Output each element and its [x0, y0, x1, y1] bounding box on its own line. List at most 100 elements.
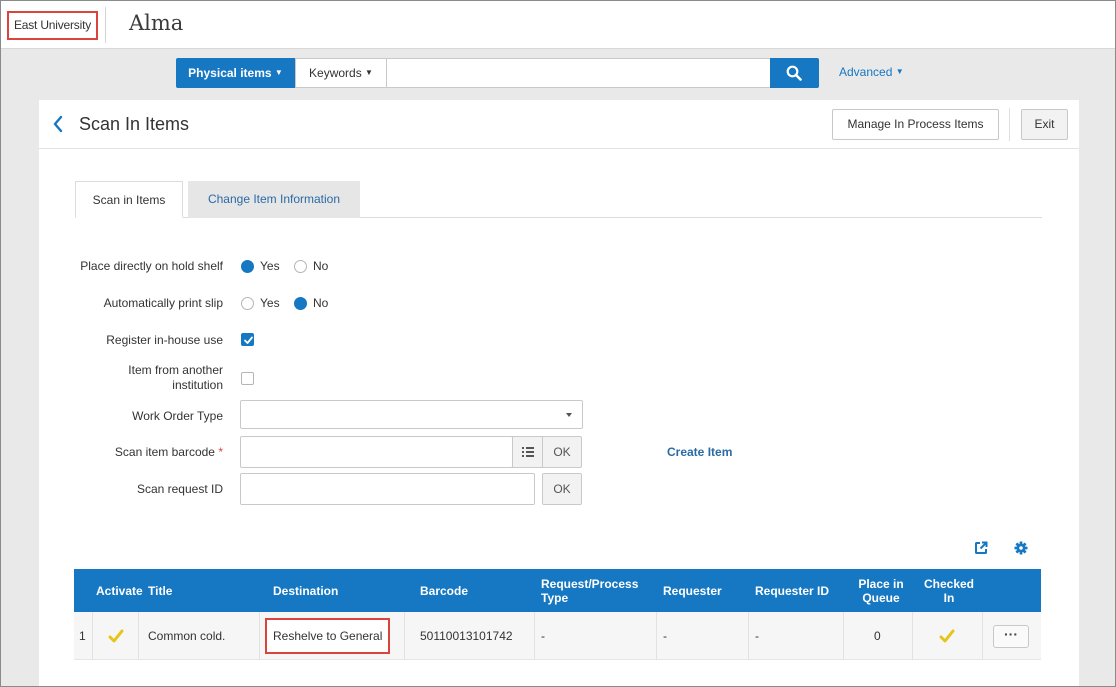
page-header: Scan In Items Manage In Process Items Ex…: [39, 100, 1079, 149]
other-institution-label: Item from another institution: [53, 363, 223, 393]
back-button[interactable]: [52, 114, 64, 137]
cell-request-type: -: [541, 629, 545, 643]
column-header-title[interactable]: Title: [148, 569, 172, 612]
checkmark-icon: [939, 629, 955, 643]
cell-barcode: 50110013101742: [420, 629, 513, 643]
column-header-activate[interactable]: Activate: [96, 569, 144, 612]
barcode-label: Scan item barcode *: [53, 445, 223, 459]
create-item-link[interactable]: Create Item: [667, 445, 732, 459]
column-header-requester[interactable]: Requester: [663, 569, 722, 612]
column-header-request-type[interactable]: Request/Process Type: [541, 569, 638, 612]
checkmark-icon: [244, 336, 253, 344]
column-divider: [843, 612, 844, 660]
hold-shelf-label: Place directly on hold shelf: [80, 259, 223, 273]
table-header-row: Activate Title Destination Barcode Reque…: [74, 569, 1041, 612]
in-house-use-label: Register in-house use: [106, 333, 223, 347]
column-header-requester-id[interactable]: Requester ID: [755, 569, 829, 612]
table-settings-button[interactable]: [1014, 541, 1028, 558]
exit-button[interactable]: Exit: [1021, 109, 1068, 140]
caret-down-icon: ▼: [895, 67, 904, 76]
hold-shelf-no-radio[interactable]: [294, 260, 307, 273]
barcode-ok-button[interactable]: OK: [542, 436, 582, 468]
print-slip-yes-radio[interactable]: [241, 297, 254, 310]
print-slip-no-label[interactable]: No: [313, 296, 328, 310]
cell-destination: Reshelve to General: [265, 612, 391, 660]
app-window: East University Alma Physical items ▼ Ke…: [0, 0, 1116, 687]
work-order-type-label: Work Order Type: [132, 409, 223, 423]
search-type-label: Physical items: [188, 66, 272, 80]
column-header-request-type-line2: Type: [541, 590, 569, 605]
request-id-ok-button[interactable]: OK: [542, 473, 582, 505]
cell-requester-id: -: [755, 629, 759, 643]
column-header-barcode[interactable]: Barcode: [420, 569, 468, 612]
column-divider: [259, 612, 260, 660]
cell-title: Common cold.: [148, 629, 226, 643]
column-header-request-type-line1: Request/Process: [541, 576, 639, 591]
advanced-search-label: Advanced: [839, 65, 893, 79]
caret-down-icon: [566, 413, 572, 417]
export-icon: [975, 541, 988, 554]
tab-change-item-information[interactable]: Change Item Information: [188, 181, 360, 218]
search-type-dropdown[interactable]: Physical items ▼: [176, 58, 295, 88]
column-divider: [982, 612, 983, 660]
column-header-destination[interactable]: Destination: [273, 569, 338, 612]
manage-in-process-items-button[interactable]: Manage In Process Items: [832, 109, 999, 140]
search-input[interactable]: [386, 58, 771, 88]
column-divider: [748, 612, 749, 660]
cell-place-in-queue: 0: [874, 629, 881, 643]
gear-icon: [1014, 541, 1028, 555]
request-id-label: Scan request ID: [136, 482, 223, 496]
hold-shelf-yes-radio[interactable]: [241, 260, 254, 273]
results-table: Activate Title Destination Barcode Reque…: [74, 569, 1041, 660]
row-actions-button[interactable]: ···: [993, 625, 1029, 648]
export-button[interactable]: [974, 541, 988, 558]
column-divider: [138, 612, 139, 660]
search-button[interactable]: [770, 58, 819, 88]
other-institution-label-line1: Item from another: [128, 363, 223, 377]
cell-requester: -: [663, 629, 667, 643]
column-header-checked-in[interactable]: Checked In: [923, 569, 975, 612]
column-divider: [534, 612, 535, 660]
search-field-label: Keywords: [309, 66, 362, 80]
checkmark-icon: [108, 629, 124, 643]
page-title: Scan In Items: [79, 114, 190, 134]
chevron-left-icon: [53, 115, 63, 133]
other-institution-label-line2: institution: [172, 378, 223, 392]
print-slip-no-radio[interactable]: [294, 297, 307, 310]
table-row[interactable]: 1 Common cold. Reshelve to General 50110…: [74, 612, 1041, 660]
main-panel: Scan In Items Manage In Process Items Ex…: [39, 100, 1079, 686]
hold-shelf-no-label[interactable]: No: [313, 259, 328, 273]
hold-shelf-yes-label[interactable]: Yes: [260, 259, 280, 273]
print-slip-yes-label[interactable]: Yes: [260, 296, 280, 310]
column-divider: [404, 612, 405, 660]
caret-down-icon: ▼: [274, 68, 283, 77]
caret-down-icon: ▼: [365, 68, 373, 77]
barcode-list-button[interactable]: [512, 436, 543, 468]
column-header-place-in-queue-line1: Place in: [858, 576, 904, 591]
advanced-search-link[interactable]: Advanced ▼: [839, 65, 904, 79]
institution-name[interactable]: East University: [7, 11, 98, 40]
in-house-use-checkbox[interactable]: [241, 333, 254, 346]
destination-highlight: Reshelve to General: [265, 618, 391, 654]
column-divider: [92, 612, 93, 660]
app-title[interactable]: Alma: [129, 11, 183, 35]
header-divider: [105, 7, 106, 43]
checked-in-checkmark: [939, 612, 955, 660]
other-institution-checkbox[interactable]: [241, 372, 254, 385]
request-id-input[interactable]: [240, 473, 535, 505]
top-bar: East University Alma: [1, 1, 1115, 49]
tab-scan-in-items[interactable]: Scan in Items: [75, 181, 183, 218]
row-index: 1: [79, 629, 86, 643]
work-order-type-select[interactable]: [240, 400, 583, 429]
search-field-dropdown[interactable]: Keywords ▼: [295, 58, 386, 88]
column-divider: [912, 612, 913, 660]
search-icon: [786, 65, 802, 81]
activate-checkmark: [108, 612, 124, 660]
column-header-place-in-queue[interactable]: Place in Queue: [858, 569, 904, 612]
column-header-checked-in-line2: In: [943, 590, 955, 605]
header-divider: [1009, 108, 1010, 141]
required-mark: *: [218, 445, 223, 459]
print-slip-label: Automatically print slip: [103, 296, 223, 310]
barcode-input[interactable]: [240, 436, 513, 468]
column-header-checked-in-line1: Checked: [923, 576, 975, 591]
